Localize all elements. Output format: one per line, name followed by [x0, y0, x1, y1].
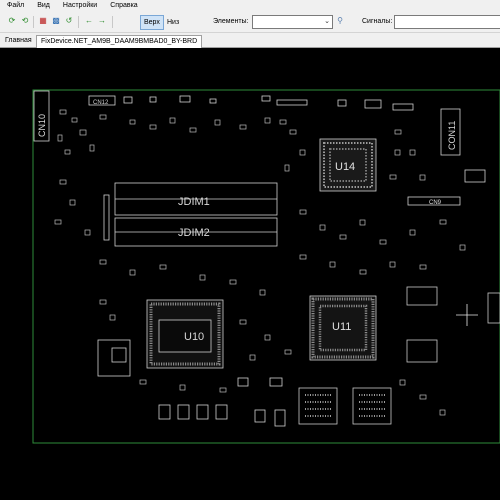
memory-chip — [406, 286, 438, 306]
elements-label: Элементы: — [213, 18, 249, 25]
bottom-side-button[interactable]: Низ — [163, 15, 183, 30]
jdim2-label: JDIM2 — [178, 227, 210, 239]
board-view[interactable]: CN10 CN12 CON11 JDIM1 JDIM2 U14 CN9 U10 … — [0, 48, 500, 500]
forward-arrow-icon[interactable]: → — [97, 16, 107, 26]
back-arrow-icon[interactable]: ← — [84, 16, 94, 26]
chevron-down-icon[interactable]: ⌄ — [324, 16, 330, 28]
tabs-bar: Главная FixDevice.NET_AM9B_DAAM9BMBAD0_B… — [0, 33, 500, 48]
rotate-icon[interactable]: ↺ — [64, 16, 74, 26]
board-svg[interactable]: CN10 CN12 CON11 JDIM1 JDIM2 U14 CN9 U10 … — [0, 48, 500, 500]
cn12-label: CN12 — [93, 100, 109, 106]
cn10-label: CN10 — [37, 114, 47, 137]
board-outline — [32, 89, 500, 444]
signals-input[interactable] — [394, 15, 500, 29]
cn11-label: CON11 — [447, 121, 457, 150]
menu-bar: Файл Вид Настройки Справка — [0, 0, 500, 12]
toolbar-separator — [78, 16, 79, 28]
u14-label: U14 — [335, 161, 355, 173]
u10-label: U10 — [184, 331, 204, 343]
menu-help[interactable]: Справка — [103, 0, 143, 12]
menu-settings[interactable]: Настройки — [56, 0, 103, 12]
signals-label: Сигналы: — [362, 18, 393, 25]
top-components — [123, 95, 414, 111]
menu-view[interactable]: Вид — [30, 0, 56, 12]
elements-select[interactable]: ⌄ — [252, 15, 333, 29]
toolbar: ⟳ ⟲ ▦ ▩ ↺ ← → Верх Низ Элементы: ⌄ ⚲ Сиг… — [0, 12, 500, 33]
toolbar-separator — [112, 16, 113, 28]
tab-home[interactable]: Главная — [1, 35, 36, 47]
toolbar-separator — [33, 16, 34, 28]
top-side-button[interactable]: Верх — [140, 15, 164, 30]
memory-chip — [298, 387, 338, 425]
jdim1-label: JDIM1 — [178, 196, 210, 208]
zoom-fit-icon[interactable]: ▦ — [38, 16, 48, 26]
refresh-icon[interactable]: ⟳ — [7, 16, 17, 26]
menu-file[interactable]: Файл — [0, 0, 30, 12]
u11-label: U11 — [332, 321, 351, 333]
zoom-area-icon[interactable]: ▩ — [51, 16, 61, 26]
search-elements-icon[interactable]: ⚲ — [335, 16, 345, 26]
memory-chip — [352, 387, 392, 425]
tab-document[interactable]: FixDevice.NET_AM9B_DAAM9BMBAD0_BY-BRD — [36, 35, 203, 48]
board-parts — [54, 109, 466, 416]
cn9-label: CN9 — [429, 200, 442, 206]
reload-icon[interactable]: ⟲ — [20, 16, 30, 26]
memory-chip — [406, 339, 438, 363]
